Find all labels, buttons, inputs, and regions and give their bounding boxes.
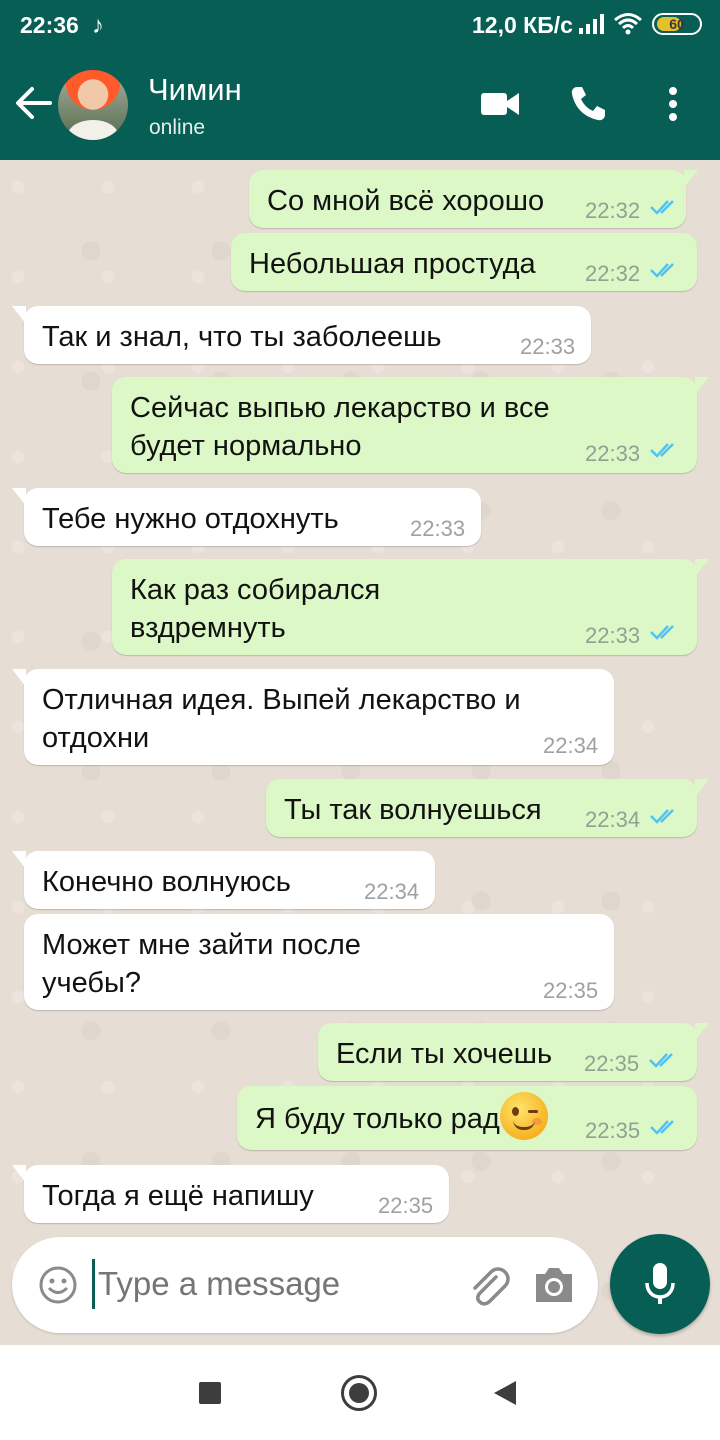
message-text: Конечно волнуюсь — [42, 866, 291, 898]
read-ticks-icon — [650, 1120, 674, 1135]
winking-face-emoji — [499, 1092, 548, 1141]
message-time: 22:33 — [410, 516, 466, 541]
wifi-icon — [613, 12, 643, 41]
recent-apps-icon[interactable] — [199, 1382, 221, 1404]
message-time: 22:35 — [584, 1051, 640, 1076]
message-time: 22:33 — [585, 623, 641, 648]
microphone-button[interactable] — [610, 1234, 710, 1334]
status-bar: 22:36 ♪ 12,0 КБ/с 60 — [0, 0, 720, 50]
message-text: Если ты хочешь — [336, 1038, 553, 1070]
battery-level: 60 — [669, 16, 685, 32]
incoming-message[interactable]: Тебе нужно отдохнуть 22:33 — [12, 488, 481, 546]
chat-area[interactable]: Со мной всё хорошо 22:32 Небольшая прост… — [0, 160, 720, 1345]
more-vertical-icon[interactable] — [667, 86, 679, 127]
incoming-message[interactable]: Тогда я ещё напишу 22:35 — [12, 1165, 449, 1223]
message-text: Так и знал, что ты заболеешь — [42, 321, 442, 353]
message-text: Может мне зайти после учебы? — [42, 929, 361, 999]
read-ticks-icon — [650, 809, 674, 824]
back-arrow-icon[interactable] — [14, 86, 52, 125]
signal-icon — [578, 14, 606, 39]
message-text: Я буду только рад — [255, 1103, 500, 1135]
message-composer — [12, 1237, 598, 1333]
contact-name[interactable]: Чимин — [148, 72, 242, 108]
read-ticks-icon — [650, 625, 674, 640]
video-call-icon[interactable] — [480, 90, 520, 123]
status-time: 22:36 — [20, 12, 79, 38]
message-time: 22:34 — [585, 807, 641, 832]
outgoing-message[interactable]: Я буду только рад 22:35 — [237, 1086, 697, 1150]
back-nav-icon[interactable] — [494, 1381, 516, 1405]
paperclip-icon[interactable] — [466, 1263, 510, 1312]
message-text: Тебе нужно отдохнуть — [42, 503, 339, 535]
read-ticks-icon — [650, 263, 674, 278]
message-time: 22:32 — [585, 198, 641, 223]
microphone-icon — [645, 1263, 675, 1304]
incoming-message[interactable]: Так и знал, что ты заболеешь 22:33 — [12, 306, 591, 364]
message-time: 22:34 — [543, 733, 599, 758]
smiley-icon[interactable] — [38, 1265, 78, 1310]
avatar[interactable] — [58, 70, 128, 140]
message-time: 22:35 — [585, 1118, 641, 1143]
chat-header: Чимин online — [0, 50, 720, 160]
read-ticks-icon — [650, 200, 674, 215]
battery-icon: 60 — [652, 13, 702, 35]
message-time: 22:35 — [378, 1193, 434, 1218]
outgoing-message[interactable]: Сейчас выпью лекарство и все будет норма… — [112, 377, 709, 473]
read-ticks-icon — [649, 1053, 673, 1068]
message-time: 22:33 — [585, 441, 641, 466]
incoming-message[interactable]: Отличная идея. Выпей лекарство и отдохни… — [12, 669, 614, 765]
outgoing-message[interactable]: Со мной всё хорошо 22:32 — [249, 170, 698, 228]
outgoing-message[interactable]: Ты так волнуешься 22:34 — [266, 779, 709, 837]
message-text: Ты так волнуешься — [284, 794, 542, 826]
camera-icon[interactable] — [532, 1265, 576, 1310]
phone-icon[interactable] — [568, 84, 608, 129]
read-ticks-icon — [650, 443, 674, 458]
text-cursor — [92, 1259, 95, 1309]
outgoing-message[interactable]: Небольшая простуда 22:32 — [231, 233, 697, 291]
message-text: Со мной всё хорошо — [267, 185, 545, 217]
message-text: Как раз собирался вздремнуть — [130, 574, 381, 644]
incoming-message[interactable]: Может мне зайти после учебы? 22:35 — [24, 914, 614, 1010]
message-text: Небольшая простуда — [249, 248, 536, 280]
message-text: Сейчас выпью лекарство и все будет норма… — [130, 392, 550, 462]
message-text: Тогда я ещё напишу — [42, 1180, 314, 1212]
system-navigation-bar — [0, 1345, 720, 1440]
message-time: 22:33 — [520, 334, 576, 359]
message-input[interactable] — [98, 1265, 438, 1303]
incoming-message[interactable]: Конечно волнуюсь 22:34 — [12, 851, 435, 909]
message-time: 22:32 — [585, 261, 641, 286]
network-speed: 12,0 КБ/с — [472, 12, 573, 38]
tiktok-icon: ♪ — [92, 12, 104, 39]
outgoing-message[interactable]: Как раз собирался вздремнуть 22:33 — [112, 559, 709, 655]
outgoing-message[interactable]: Если ты хочешь 22:35 — [318, 1023, 709, 1081]
message-time: 22:35 — [543, 978, 599, 1003]
home-icon[interactable] — [341, 1375, 377, 1411]
message-text: Отличная идея. Выпей лекарство и отдохни — [42, 684, 521, 754]
contact-status: online — [149, 116, 206, 139]
message-time: 22:34 — [364, 879, 420, 904]
